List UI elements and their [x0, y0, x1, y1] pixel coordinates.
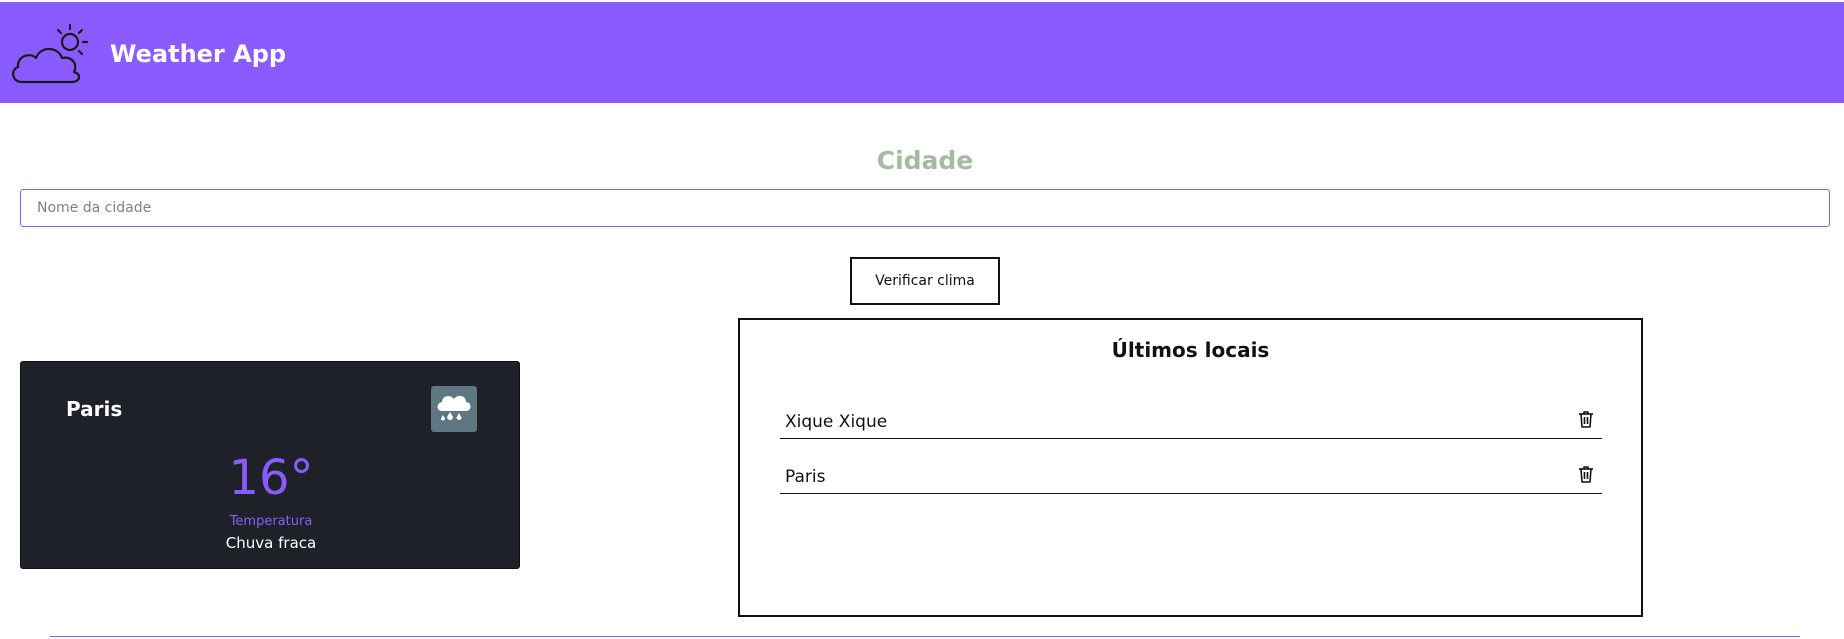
recent-location-item[interactable]: Paris [780, 457, 1602, 494]
app-header: Weather App [0, 2, 1844, 103]
cloud-sun-icon [8, 22, 92, 86]
recent-location-name: Xique Xique [785, 412, 888, 432]
check-weather-button[interactable]: Verificar clima [850, 257, 1000, 305]
recent-location-item[interactable]: Xique Xique [780, 402, 1602, 439]
temperature-value: 16° [228, 450, 314, 506]
weather-condition: Chuva fraca [225, 534, 317, 552]
city-search-input[interactable] [20, 189, 1830, 227]
bottom-divider [50, 636, 1800, 637]
trash-icon[interactable] [1578, 465, 1594, 483]
weather-card: Paris 16° Temperatura Chuva fraca [20, 361, 520, 569]
city-heading: Cidade [876, 146, 974, 175]
weather-icon-box [431, 386, 477, 432]
temperature-label: Temperatura [229, 514, 313, 529]
trash-icon[interactable] [1578, 410, 1594, 428]
app-title: Weather App [110, 40, 287, 68]
recent-location-name: Paris [785, 467, 826, 487]
recent-locations-title: Últimos locais [1111, 338, 1270, 362]
recent-locations-panel: Últimos locais Xique Xique Paris [738, 318, 1643, 617]
rain-cloud-icon [435, 391, 473, 427]
weather-city-name: Paris [66, 397, 123, 421]
